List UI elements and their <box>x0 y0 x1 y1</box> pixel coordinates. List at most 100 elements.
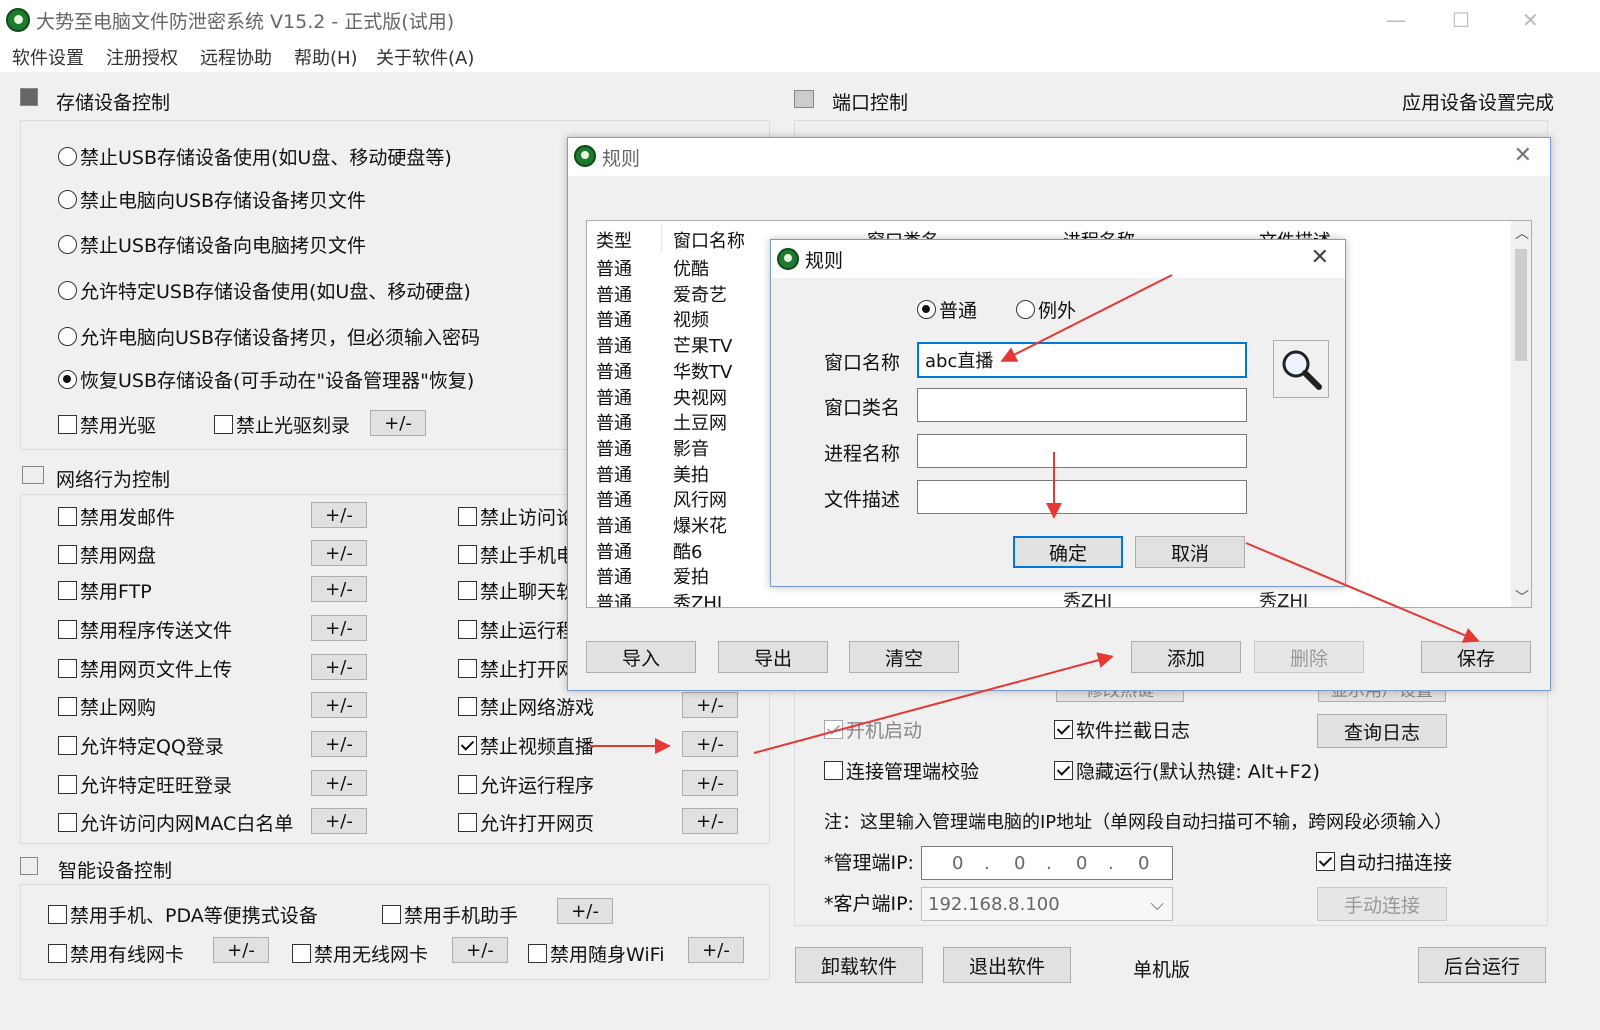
network-left-checkbox[interactable]: 禁用FTP <box>58 577 152 604</box>
menu-register[interactable]: 注册授权 <box>106 44 178 70</box>
network-left-checkbox[interactable]: 禁用网盘 <box>58 541 156 568</box>
list-cell-type[interactable]: 普通 <box>596 565 632 591</box>
list-cell-name[interactable]: 影音 <box>673 437 709 463</box>
scrollbar-thumb[interactable] <box>1515 249 1527 361</box>
wireless-nic-checkbox[interactable]: 禁用无线网卡 <box>292 940 428 967</box>
list-cell-type[interactable]: 普通 <box>596 360 632 386</box>
list-cell-name[interactable]: 芒果TV <box>673 334 732 360</box>
list-cell-type[interactable]: 普通 <box>596 514 632 540</box>
network-left-checkbox[interactable]: 允许特定旺旺登录 <box>58 771 232 798</box>
storage-option-4[interactable]: 允许特定USB存储设备使用(如U盘、移动硬盘) <box>58 277 471 304</box>
list-cell-type[interactable]: 普通 <box>596 257 632 283</box>
storage-option-6[interactable]: 恢复USB存储设备(可手动在"设备管理器"恢复) <box>58 366 474 393</box>
list-cell-name[interactable]: 央视网 <box>673 386 727 412</box>
manual-connect-button[interactable]: 手动连接 <box>1317 887 1447 921</box>
network-left-checkbox[interactable]: 禁用发邮件 <box>58 503 175 530</box>
uninstall-button[interactable]: 卸载软件 <box>795 947 923 983</box>
network-left-checkbox[interactable]: 禁用网页文件上传 <box>58 655 232 682</box>
close-button[interactable]: ✕ <box>1522 8 1539 32</box>
mgmt-ip-input[interactable]: 0 . 0 . 0 . 0 <box>921 846 1173 880</box>
network-right-checkbox[interactable]: 允许打开网页 <box>458 809 594 836</box>
network-right-pm-button[interactable]: +/- <box>682 692 738 718</box>
column-header[interactable]: 窗口名称 <box>673 229 745 255</box>
scroll-down-icon[interactable]: ﹀ <box>1515 587 1529 607</box>
list-cell-type[interactable]: 普通 <box>596 386 632 412</box>
list-cell-type[interactable]: 普通 <box>596 308 632 334</box>
auto-scan-checkbox[interactable]: 自动扫描连接 <box>1316 848 1452 875</box>
maximize-button[interactable]: ☐ <box>1452 8 1470 32</box>
background-run-button[interactable]: 后台运行 <box>1418 947 1546 983</box>
menu-remote-assist[interactable]: 远程协助 <box>200 44 272 70</box>
list-cell-name[interactable]: 土豆网 <box>673 411 727 437</box>
delete-button[interactable]: 删除 <box>1254 641 1364 673</box>
storage-option-3[interactable]: 禁止USB存储设备向电脑拷贝文件 <box>58 231 366 258</box>
storage-option-1[interactable]: 禁止USB存储设备使用(如U盘、移动硬盘等) <box>58 143 452 170</box>
network-right-pm-button[interactable]: +/- <box>682 731 738 757</box>
list-cell-name[interactable]: 爱奇艺 <box>673 283 727 309</box>
network-right-checkbox[interactable]: 禁止访问论 <box>458 503 575 530</box>
ok-button[interactable]: 确定 <box>1013 536 1123 568</box>
type-normal-radio[interactable]: 普通 <box>917 296 977 323</box>
process-name-input[interactable] <box>917 434 1247 468</box>
phone-helper-checkbox[interactable]: 禁用手机助手 <box>382 901 518 928</box>
network-left-pm-button[interactable]: +/- <box>311 540 367 566</box>
list-cell-type[interactable]: 普通 <box>596 488 632 514</box>
minimize-button[interactable]: — <box>1386 8 1406 32</box>
list-cell-name[interactable]: 爆米花 <box>673 514 727 540</box>
network-right-checkbox[interactable]: 禁止聊天软 <box>458 577 575 604</box>
portable-wifi-pm-button[interactable]: +/- <box>688 937 744 963</box>
portable-wifi-checkbox[interactable]: 禁用随身WiFi <box>528 940 664 967</box>
network-left-pm-button[interactable]: +/- <box>311 692 367 718</box>
cd-disable-checkbox[interactable]: 禁用光驱 <box>58 411 156 438</box>
network-left-checkbox[interactable]: 禁止网购 <box>58 693 156 720</box>
save-button[interactable]: 保存 <box>1421 641 1531 673</box>
close-icon[interactable]: ✕ <box>1311 245 1329 270</box>
add-button[interactable]: 添加 <box>1131 641 1241 673</box>
import-button[interactable]: 导入 <box>586 641 696 673</box>
network-left-pm-button[interactable]: +/- <box>311 654 367 680</box>
window-class-input[interactable] <box>917 388 1247 422</box>
list-cell-type[interactable]: 普通 <box>596 334 632 360</box>
network-right-checkbox[interactable]: 禁止网络游戏 <box>458 693 594 720</box>
list-cell-type[interactable]: 普通 <box>596 437 632 463</box>
list-cell-name[interactable]: 视频 <box>673 308 709 334</box>
network-right-checkbox[interactable]: 禁止打开网 <box>458 655 575 682</box>
network-left-pm-button[interactable]: +/- <box>311 731 367 757</box>
cancel-button[interactable]: 取消 <box>1135 536 1245 568</box>
export-button[interactable]: 导出 <box>718 641 828 673</box>
clear-button[interactable]: 清空 <box>849 641 959 673</box>
network-right-pm-button[interactable]: +/- <box>682 808 738 834</box>
wired-nic-checkbox[interactable]: 禁用有线网卡 <box>48 940 184 967</box>
wireless-nic-pm-button[interactable]: +/- <box>452 937 508 963</box>
network-left-pm-button[interactable]: +/- <box>311 808 367 834</box>
scrollbar[interactable]: ︿ ﹀ <box>1511 221 1531 607</box>
network-left-pm-button[interactable]: +/- <box>311 615 367 641</box>
network-left-pm-button[interactable]: +/- <box>311 576 367 602</box>
network-left-checkbox[interactable]: 允许访问内网MAC白名单 <box>58 809 293 836</box>
wired-nic-pm-button[interactable]: +/- <box>213 937 269 963</box>
list-cell-type[interactable]: 普通 <box>596 591 632 607</box>
cd-burn-pm-button[interactable]: +/- <box>370 410 426 436</box>
phone-helper-pm-button[interactable]: +/- <box>557 898 613 924</box>
scroll-up-icon[interactable]: ︿ <box>1515 223 1529 243</box>
list-cell-type[interactable]: 普通 <box>596 463 632 489</box>
list-cell-name[interactable]: 风行网 <box>673 488 727 514</box>
client-ip-select[interactable]: 192.168.8.100 ⌵ <box>921 887 1173 921</box>
exit-button[interactable]: 退出软件 <box>943 947 1071 983</box>
close-icon[interactable]: ✕ <box>1514 143 1532 168</box>
phone-pda-checkbox[interactable]: 禁用手机、PDA等便携式设备 <box>48 901 318 928</box>
list-cell-type[interactable]: 普通 <box>596 540 632 566</box>
list-cell-name[interactable]: 酷6 <box>673 540 702 566</box>
view-log-button[interactable]: 查询日志 <box>1317 714 1447 748</box>
window-name-input[interactable]: abc直播 <box>917 342 1247 378</box>
network-left-checkbox[interactable]: 允许特定QQ登录 <box>58 732 224 759</box>
type-exception-radio[interactable]: 例外 <box>1016 296 1076 323</box>
network-right-checkbox[interactable]: 允许运行程序 <box>458 771 594 798</box>
hidden-run-checkbox[interactable]: 隐藏运行(默认热键: Alt+F2) <box>1054 757 1320 784</box>
list-cell-type[interactable]: 普通 <box>596 283 632 309</box>
menu-software-settings[interactable]: 软件设置 <box>12 44 84 70</box>
list-cell-name[interactable]: 华数TV <box>673 360 732 386</box>
network-right-checkbox[interactable]: 禁止视频直播 <box>458 732 594 759</box>
list-cell-type[interactable]: 普通 <box>596 411 632 437</box>
column-header[interactable]: 类型 <box>596 229 632 255</box>
